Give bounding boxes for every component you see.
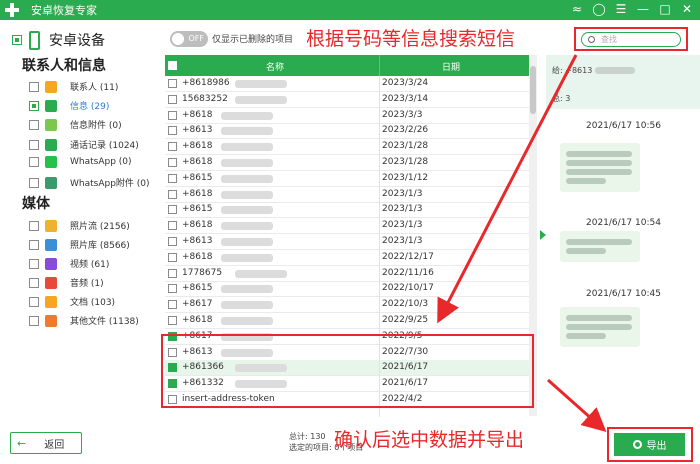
annotation-arrows: [437, 54, 607, 432]
arrow-to-rows: [437, 54, 578, 324]
arrow-to-export: [547, 378, 607, 432]
